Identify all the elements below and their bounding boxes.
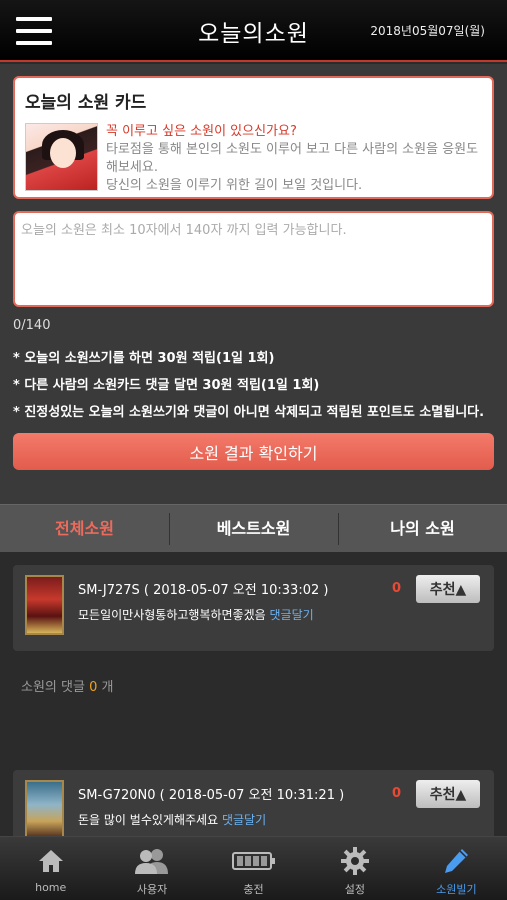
nav-label: 충전	[243, 883, 264, 896]
nav-settings[interactable]: 설정	[304, 837, 405, 900]
wish-card-description: 꼭 이루고 싶은 소원이 있으신가요? 타로점을 통해 본인의 소원도 이루어 …	[106, 123, 482, 195]
nav-users[interactable]: 사용자	[101, 837, 202, 900]
tab-my-wishes[interactable]: 나의 소원	[338, 505, 507, 552]
wish-card-title: 오늘의 소원 카드	[25, 93, 147, 113]
character-counter: 0/140	[13, 318, 51, 333]
nav-label: 소원빌기	[436, 883, 477, 896]
wish-post: SM-G720N0 ( 2018-05-07 오전 10:31:21 ) 돈을 …	[13, 770, 494, 836]
home-icon	[0, 847, 101, 875]
check-wish-result-button[interactable]: 소원 결과 확인하기	[13, 433, 494, 470]
nav-label: 사용자	[136, 883, 168, 896]
notice-list: * 오늘의 소원쓰기를 하면 30원 적립(1일 1회) * 다른 사람의 소원…	[13, 345, 494, 426]
reply-link[interactable]: 댓글달기	[270, 608, 314, 622]
wish-text-input[interactable]	[13, 211, 494, 307]
post-meta: SM-J727S ( 2018-05-07 오전 10:33:02 )	[78, 583, 329, 598]
gear-icon	[304, 847, 405, 875]
post-wish-text: 모든일이만사형통하고행복하면좋겠음	[78, 608, 266, 622]
like-count: 0	[391, 581, 401, 596]
post-wish-text: 돈을 많이 벌수있게해주세요	[78, 813, 219, 827]
recommend-button[interactable]: 추천▲	[416, 780, 480, 808]
tarot-portrait-image	[25, 123, 98, 191]
nav-make-wish[interactable]: 소원빌기	[406, 837, 507, 900]
like-count: 0	[391, 786, 401, 801]
tab-best-wishes[interactable]: 베스트소원	[169, 505, 338, 552]
battery-icon	[203, 847, 304, 875]
wish-card-highlight: 꼭 이루고 싶은 소원이 있으신가요?	[106, 124, 297, 139]
comment-count: 0	[89, 680, 98, 695]
users-icon	[101, 847, 202, 875]
post-meta: SM-G720N0 ( 2018-05-07 오전 10:31:21 )	[78, 788, 345, 803]
tarot-card-thumbnail	[25, 575, 64, 635]
comment-count-prefix: 소원의 댓글	[21, 680, 85, 695]
nav-home[interactable]: home	[0, 837, 101, 900]
header-bar: 오늘의소원 2018년05월07일(월)	[0, 0, 507, 62]
nav-charge[interactable]: 충전	[203, 837, 304, 900]
wish-tabs: 전체소원 베스트소원 나의 소원	[0, 504, 507, 552]
bottom-navigation: home 사용자 충전 설정 소원빌기	[0, 836, 507, 900]
notice-item: * 진정성있는 오늘의 소원쓰기와 댓글이 아니면 삭제되고 적립된 포인트도 …	[13, 405, 485, 420]
wish-card-line3: 당신의 소원을 이루기 위한 길이 보일 것입니다.	[106, 178, 363, 193]
nav-label: home	[35, 881, 67, 894]
tarot-card-thumbnail	[25, 780, 64, 836]
post-text: 모든일이만사형통하고행복하면좋겠음 댓글달기	[78, 606, 328, 623]
post-text: 돈을 많이 벌수있게해주세요 댓글달기	[78, 811, 344, 828]
wish-list[interactable]: SM-J727S ( 2018-05-07 오전 10:33:02 ) 모든일이…	[0, 552, 507, 836]
header-date: 2018년05월07일(월)	[370, 24, 485, 38]
nav-label: 설정	[344, 883, 366, 896]
main-content[interactable]: 오늘의 소원 카드 꼭 이루고 싶은 소원이 있으신가요? 타로점을 통해 본인…	[0, 64, 507, 836]
wish-card: 오늘의 소원 카드 꼭 이루고 싶은 소원이 있으신가요? 타로점을 통해 본인…	[13, 76, 494, 199]
pen-icon	[406, 847, 507, 875]
wish-card-line2: 타로점을 통해 본인의 소원도 이루어 보고 다른 사람의 소원을 응원도 해보…	[106, 142, 479, 175]
comment-count-line: 소원의 댓글 0 개	[13, 651, 494, 770]
notice-item: * 오늘의 소원쓰기를 하면 30원 적립(1일 1회)	[13, 351, 275, 366]
wish-compose-section: 오늘의 소원 카드 꼭 이루고 싶은 소원이 있으신가요? 타로점을 통해 본인…	[0, 64, 507, 504]
wish-post: SM-J727S ( 2018-05-07 오전 10:33:02 ) 모든일이…	[13, 565, 494, 651]
recommend-button[interactable]: 추천▲	[416, 575, 480, 603]
comment-count-suffix: 개	[101, 680, 114, 695]
tab-all-wishes[interactable]: 전체소원	[0, 505, 169, 552]
notice-item: * 다른 사람의 소원카드 댓글 달면 30원 적립(1일 1회)	[13, 378, 320, 393]
reply-link[interactable]: 댓글달기	[222, 813, 266, 827]
